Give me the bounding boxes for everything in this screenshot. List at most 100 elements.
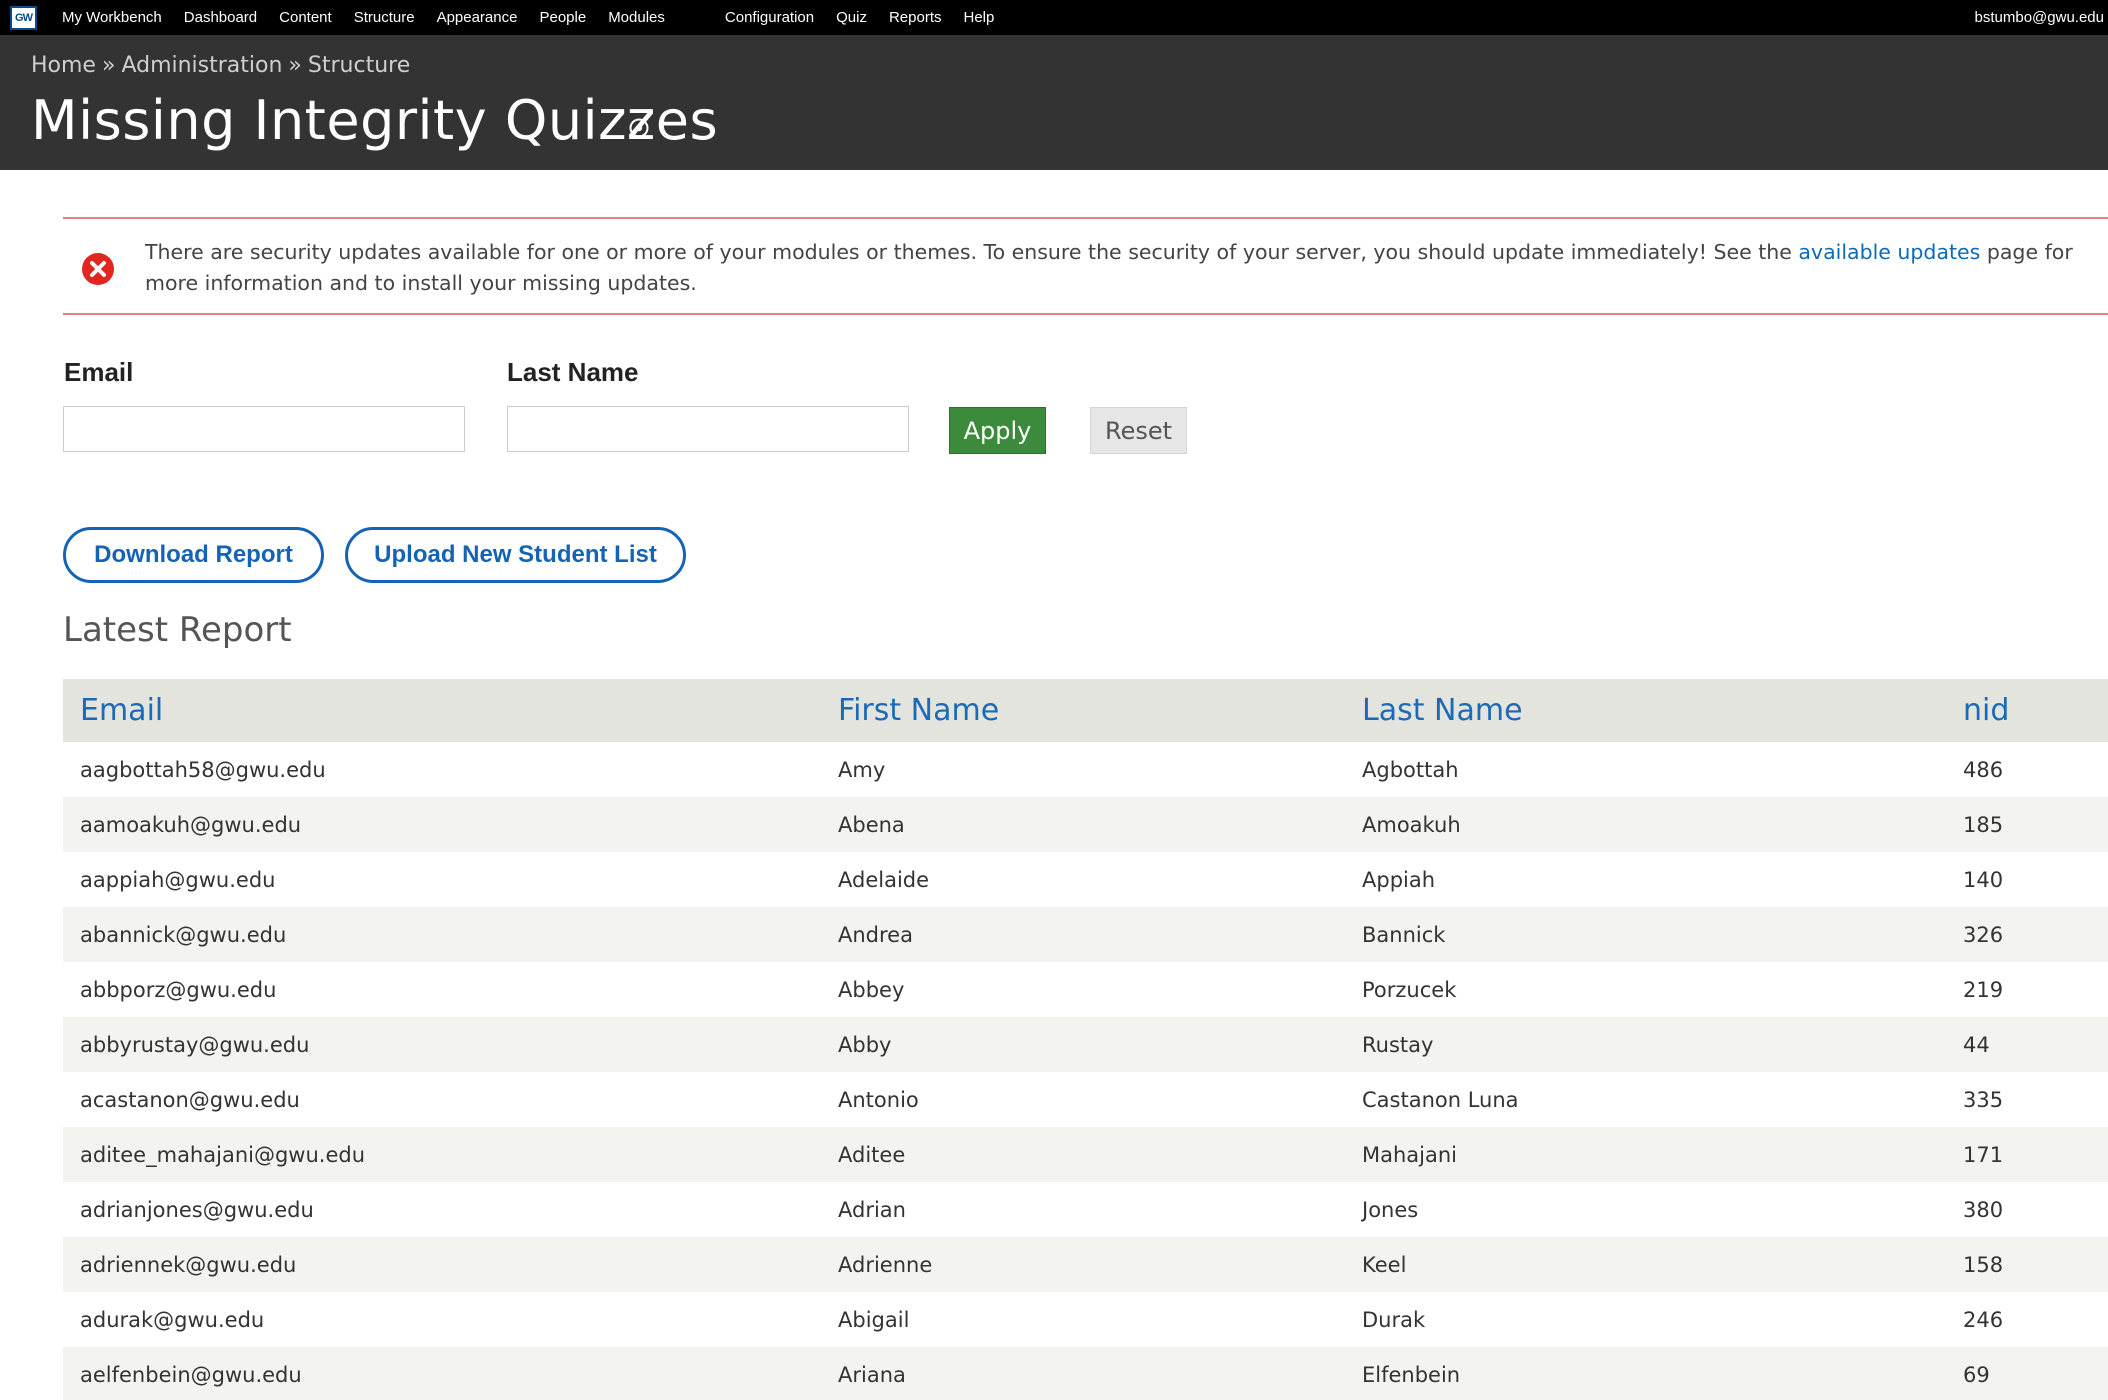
toolbar-item-quiz[interactable]: Quiz [825,0,878,35]
breadcrumb: Home» Administration» Structure [31,53,410,78]
cell-nid: 219 [1963,977,2004,1002]
latest-report-heading: Latest Report [63,610,292,650]
page-title: Missing Integrity Quizzes [31,89,719,152]
table-row: adrianjones@gwu.edu Adrian Jones 380 [63,1182,2108,1237]
toolbar-item-people[interactable]: People [528,0,597,35]
cell-first-name: Andrea [838,922,913,947]
cell-last-name: Appiah [1362,867,1436,892]
cell-nid: 246 [1963,1307,2004,1332]
cell-nid: 140 [1963,867,2004,892]
cell-email: abbporz@gwu.edu [80,977,277,1002]
cell-last-name: Agbottah [1362,757,1459,782]
upload-student-list-button[interactable]: Upload New Student List [345,527,686,583]
cell-email: aappiah@gwu.edu [80,867,276,892]
cell-email: abbyrustay@gwu.edu [80,1032,310,1057]
cell-first-name: Antonio [838,1087,919,1112]
error-icon [82,253,114,285]
cell-nid: 69 [1963,1362,1990,1387]
cell-nid: 171 [1963,1142,2004,1167]
toolbar-item-configuration[interactable]: Configuration [714,0,825,35]
toolbar-item-reports[interactable]: Reports [878,0,953,35]
cell-email: abannick@gwu.edu [80,922,287,947]
breadcrumb-administration[interactable]: Administration [121,53,282,78]
cell-first-name: Adelaide [838,867,930,892]
cell-email: aelfenbein@gwu.edu [80,1362,302,1387]
table-row: adriennek@gwu.edu Adrienne Keel 158 [63,1237,2108,1292]
breadcrumb-home[interactable]: Home [31,53,96,78]
last-name-filter-label: Last Name [507,357,639,387]
cell-last-name: Amoakuh [1362,812,1461,837]
reset-button[interactable]: Reset [1090,407,1187,454]
apply-button[interactable]: Apply [949,407,1046,454]
cell-nid: 326 [1963,922,2004,947]
cell-email: aagbottah58@gwu.edu [80,757,326,782]
cell-first-name: Ariana [838,1362,906,1387]
table-row: aappiah@gwu.edu Adelaide Appiah 140 [63,852,2108,907]
cell-first-name: Adrian [838,1197,906,1222]
cell-first-name: Adrienne [838,1252,933,1277]
available-updates-link[interactable]: available updates [1798,240,1980,264]
cell-nid: 335 [1963,1087,2004,1112]
cell-first-name: Abby [838,1032,892,1057]
table-row: abbyrustay@gwu.edu Abby Rustay 44 [63,1017,2108,1072]
report-table: Email First Name Last Name nid aagbottah… [63,679,2108,1400]
last-name-filter-input[interactable] [507,406,909,452]
toolbar-item-modules[interactable]: Modules [597,0,676,35]
breadcrumb-separator: » [101,53,116,78]
toolbar-item-appearance[interactable]: Appearance [426,0,529,35]
table-row: aditee_mahajani@gwu.edu Aditee Mahajani 171 [63,1127,2108,1182]
message-text: There are security updates available for… [145,237,2095,299]
cell-last-name: Durak [1362,1307,1426,1332]
table-row: aagbottah58@gwu.edu Amy Agbottah 486 [63,742,2108,797]
column-header-first-name[interactable]: First Name [821,679,1345,742]
column-header-last-name[interactable]: Last Name [1345,679,1946,742]
cell-last-name: Porzucek [1362,977,1457,1002]
cell-first-name: Abbey [838,977,905,1002]
toolbar-item-my-workbench[interactable]: My Workbench [51,0,173,35]
toolbar-item-structure[interactable]: Structure [343,0,426,35]
cell-nid: 486 [1963,757,2004,782]
toolbar-item-content[interactable]: Content [268,0,343,35]
security-updates-message: There are security updates available for… [63,217,2108,315]
column-header-nid[interactable]: nid [1946,679,2108,742]
cell-email: adriennek@gwu.edu [80,1252,297,1277]
cell-nid: 158 [1963,1252,2004,1277]
cell-first-name: Abena [838,812,905,837]
email-filter-input[interactable] [63,406,465,452]
toolbar-item-help[interactable]: Help [953,0,1006,35]
breadcrumb-separator: » [288,53,302,78]
email-filter-label: Email [64,357,134,387]
gw-logo-icon[interactable]: GW [10,5,37,30]
table-body: aagbottah58@gwu.edu Amy Agbottah 486 aamoaku… [63,742,2108,1400]
message-text-before: There are security updates available for… [145,240,1799,264]
page-header: Home» Administration» Structure Missing In… [0,35,2108,170]
table-row: aamoakuh@gwu.edu Abena Amoakuh 185 [63,797,2108,852]
cell-email: aamoakuh@gwu.edu [80,812,302,837]
toolbar-user-link[interactable]: bstumbo@gwu.edu [1975,0,2104,35]
cell-email: adurak@gwu.edu [80,1307,265,1332]
cell-email: acastanon@gwu.edu [80,1087,300,1112]
cell-nid: 44 [1963,1032,1990,1057]
table-row: abannick@gwu.edu Andrea Bannick 326 [63,907,2108,962]
cell-email: adrianjones@gwu.edu [80,1197,314,1222]
cell-last-name: Elfenbein [1362,1362,1461,1387]
breadcrumb-structure[interactable]: Structure [308,53,410,78]
cell-nid: 185 [1963,812,2004,837]
cell-email: aditee_mahajani@gwu.edu [80,1142,366,1167]
cell-last-name: Keel [1362,1252,1407,1277]
download-report-button[interactable]: Download Report [63,527,324,583]
cell-last-name: Jones [1362,1197,1419,1222]
table-row: adurak@gwu.edu Abigail Durak 246 [63,1292,2108,1347]
cell-last-name: Bannick [1362,922,1446,947]
add-shortcut-icon[interactable] [628,117,650,139]
column-header-email[interactable]: Email [63,679,821,742]
cell-first-name: Aditee [838,1142,906,1167]
cell-last-name: Rustay [1362,1032,1434,1057]
table-row: acastanon@gwu.edu Antonio Castanon Luna 335 [63,1072,2108,1127]
cell-first-name: Amy [838,757,886,782]
cell-last-name: Castanon Luna [1362,1087,1519,1112]
cell-first-name: Abigail [838,1307,910,1332]
table-row: aelfenbein@gwu.edu Ariana Elfenbein 69 [63,1347,2108,1400]
toolbar-item-dashboard[interactable]: Dashboard [173,0,268,35]
cell-nid: 380 [1963,1197,2004,1222]
